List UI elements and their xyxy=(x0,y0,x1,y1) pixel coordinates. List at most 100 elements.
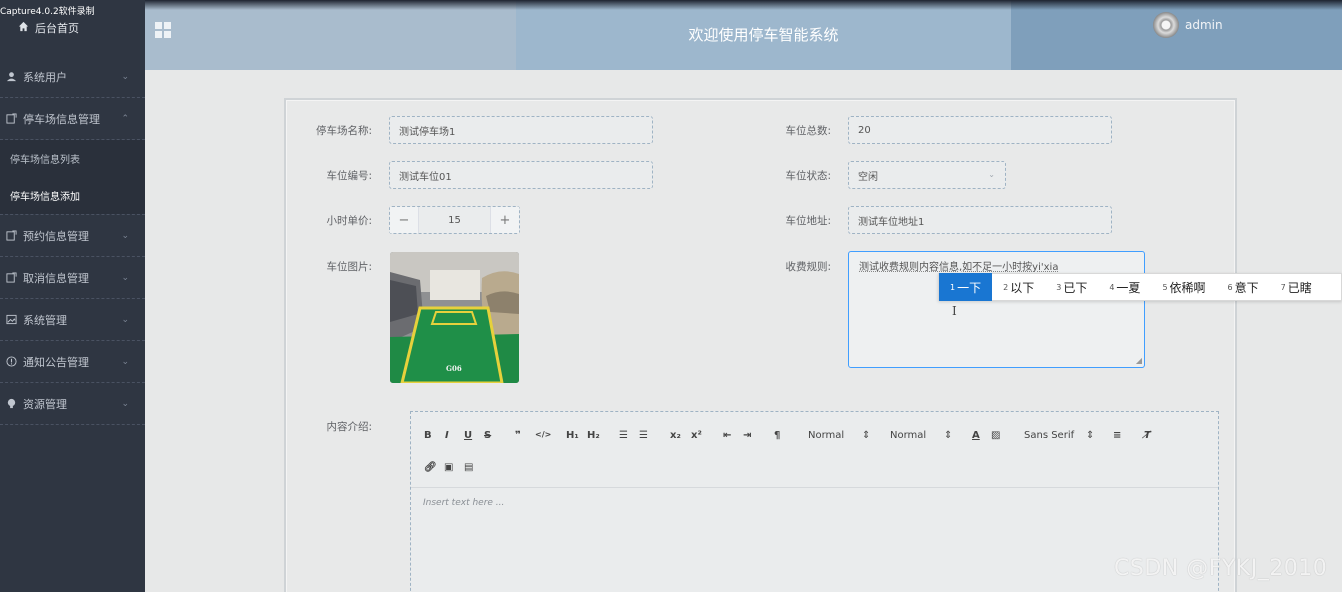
sidebar-home-link[interactable]: 后台首页 xyxy=(18,20,79,36)
content-intro-label: 内容介绍: xyxy=(326,421,372,433)
superscript-icon[interactable]: x² xyxy=(691,430,702,441)
sidebar-item-label: 资源管理 xyxy=(23,397,67,411)
strike-icon[interactable]: S xyxy=(484,430,491,441)
clean-format-icon[interactable]: T̸ xyxy=(1144,430,1151,441)
fee-rules-textarea[interactable]: 测试收费规则内容信息,如不足一小时按yi'xia ◢ xyxy=(848,251,1145,368)
sidebar-item-label: 停车场信息管理 xyxy=(23,112,100,126)
link-icon[interactable]: 🔗︎ xyxy=(424,462,437,473)
subscript-icon[interactable]: x₂ xyxy=(670,430,681,441)
ime-candidate[interactable]: 6 意下 xyxy=(1217,273,1270,301)
rtl-icon[interactable]: ¶ xyxy=(774,430,780,441)
space-image-label: 车位图片: xyxy=(326,261,372,273)
ime-candidate-bar: 1 一下 2 以下 3 已下 4 一夏 5 依稀啊 6 意下 7 已瞎 xyxy=(938,273,1342,301)
hourly-price-stepper[interactable]: − 15 + xyxy=(389,206,520,234)
sidebar-item-reservations[interactable]: 预约信息管理 ⌄ xyxy=(0,215,145,257)
ime-candidate[interactable]: 3 已下 xyxy=(1045,273,1098,301)
sidebar-item-label: 预约信息管理 xyxy=(23,229,89,243)
parking-plate-text: G06 xyxy=(446,364,462,373)
hourly-price-label: 小时单价: xyxy=(326,215,372,227)
menu-toggle-grid-icon[interactable] xyxy=(155,22,171,38)
align-icon[interactable]: ≡ xyxy=(1113,430,1121,441)
sidebar-item-label: 通知公告管理 xyxy=(23,355,89,369)
username-label[interactable]: admin xyxy=(1185,18,1223,32)
sidebar-subitem-parking-list[interactable]: 停车场信息列表 xyxy=(0,140,145,177)
outdent-icon[interactable]: ⇤ xyxy=(723,430,731,441)
size-select[interactable]: Normal xyxy=(890,430,926,441)
editor-toolbar: B I U S ❞ </> H₁ H₂ ☰ ☰ x₂ x² ⇤ ⇥ ¶ Norm… xyxy=(411,412,1218,488)
header-2-icon[interactable]: H₂ xyxy=(587,430,600,441)
sidebar-item-label: 系统管理 xyxy=(23,313,67,327)
bullet-list-icon[interactable]: ☰ xyxy=(639,430,648,441)
space-status-select[interactable]: 空闲 ⌄ xyxy=(848,161,1006,189)
chevron-down-icon: ⌄ xyxy=(121,356,129,367)
sidebar-item-notices[interactable]: 通知公告管理 ⌄ xyxy=(0,341,145,383)
space-address-input[interactable]: 测试车位地址1 xyxy=(848,206,1112,234)
ime-candidate[interactable]: 1 一下 xyxy=(939,273,993,301)
home-icon xyxy=(18,21,29,35)
total-spaces-input[interactable]: 20 xyxy=(848,116,1112,144)
info-circle-icon xyxy=(6,356,17,367)
edit-box-icon xyxy=(6,230,17,241)
space-code-input[interactable]: 测试车位01 xyxy=(389,161,653,189)
decrement-button[interactable]: − xyxy=(390,207,418,233)
bulb-icon xyxy=(6,398,17,409)
fee-rules-label: 收费规则: xyxy=(785,261,831,273)
top-header: 欢迎使用停车智能系统 admin xyxy=(145,0,1342,70)
font-select[interactable]: Sans Serif xyxy=(1024,430,1074,441)
bold-icon[interactable]: B xyxy=(424,430,432,441)
sidebar-menu: 系统用户 ⌄ 停车场信息管理 ⌃ 停车场信息列表 停车场信息添加 预约信息管理 … xyxy=(0,56,145,425)
capture-label: Capture4.0.2软件录制 xyxy=(0,7,95,17)
edit-box-icon xyxy=(6,113,17,124)
total-spaces-label: 车位总数: xyxy=(785,125,831,137)
image-icon[interactable]: ▣ xyxy=(444,462,453,473)
header-select[interactable]: Normal xyxy=(808,430,844,441)
chevron-updown-icon[interactable]: ⇕ xyxy=(1086,430,1094,441)
ime-candidate[interactable]: 2 以下 xyxy=(992,273,1045,301)
sidebar-home-label: 后台首页 xyxy=(35,22,79,35)
rich-text-editor: B I U S ❞ </> H₁ H₂ ☰ ☰ x₂ x² ⇤ ⇥ ¶ Norm… xyxy=(410,411,1219,592)
chevron-down-icon: ⌄ xyxy=(121,230,129,241)
ime-candidate[interactable]: 7 已瞎 xyxy=(1270,273,1323,301)
sidebar-item-label: 系统用户 xyxy=(23,70,67,84)
blockquote-icon[interactable]: ❞ xyxy=(515,430,521,441)
code-block-icon[interactable]: </> xyxy=(535,430,551,439)
increment-button[interactable]: + xyxy=(491,207,519,233)
header-1-icon[interactable]: H₁ xyxy=(566,430,579,441)
chevron-updown-icon[interactable]: ⇕ xyxy=(944,430,952,441)
resize-handle-icon[interactable]: ◢ xyxy=(1136,356,1142,365)
sidebar-item-system-management[interactable]: 系统管理 ⌄ xyxy=(0,299,145,341)
sidebar-item-resources[interactable]: 资源管理 ⌄ xyxy=(0,383,145,425)
ime-candidate[interactable]: 5 依稀啊 xyxy=(1151,273,1216,301)
chevron-down-icon: ⌄ xyxy=(121,398,129,409)
space-status-label: 车位状态: xyxy=(785,170,831,182)
text-color-icon[interactable]: A xyxy=(972,430,980,441)
edit-box-icon xyxy=(6,272,17,283)
chevron-down-icon: ⌄ xyxy=(121,272,129,283)
chevron-down-icon: ⌄ xyxy=(121,71,129,82)
hourly-price-value[interactable]: 15 xyxy=(418,207,491,233)
chevron-updown-icon[interactable]: ⇕ xyxy=(862,430,870,441)
ime-candidate[interactable]: 4 一夏 xyxy=(1098,273,1151,301)
sidebar-subitem-parking-add[interactable]: 停车场信息添加 xyxy=(0,177,145,214)
text-cursor-icon: I xyxy=(952,304,957,318)
ordered-list-icon[interactable]: ☰ xyxy=(619,430,628,441)
parking-name-label: 停车场名称: xyxy=(315,125,372,137)
sidebar-item-system-users[interactable]: 系统用户 ⌄ xyxy=(0,56,145,98)
space-status-value: 空闲 xyxy=(858,171,878,183)
sidebar-item-parking-info[interactable]: 停车场信息管理 ⌃ xyxy=(0,98,145,140)
parking-space-photo[interactable]: G06 xyxy=(390,252,519,383)
space-address-label: 车位地址: xyxy=(785,215,831,227)
underline-icon[interactable]: U xyxy=(464,430,472,441)
chevron-up-icon: ⌃ xyxy=(121,113,129,124)
space-code-label: 车位编号: xyxy=(326,170,372,182)
csdn-watermark: CSDN @FYKJ_2010 xyxy=(1114,556,1328,581)
italic-icon[interactable]: I xyxy=(445,430,449,441)
video-icon[interactable]: ▤ xyxy=(464,462,473,473)
indent-icon[interactable]: ⇥ xyxy=(743,430,751,441)
sidebar-item-cancellations[interactable]: 取消信息管理 ⌄ xyxy=(0,257,145,299)
background-color-icon[interactable]: ▨ xyxy=(991,430,1000,441)
editor-placeholder[interactable]: Insert text here ... xyxy=(423,498,504,508)
avatar[interactable] xyxy=(1153,12,1179,38)
sidebar: Capture4.0.2软件录制 后台首页 系统用户 ⌄ 停车场信息管理 ⌃ 停… xyxy=(0,0,145,592)
parking-name-input[interactable]: 测试停车场1 xyxy=(389,116,653,144)
